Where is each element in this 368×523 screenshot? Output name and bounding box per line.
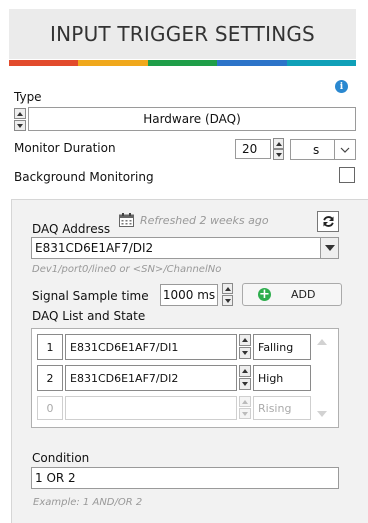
daq-row-1-spin-down[interactable] bbox=[239, 347, 251, 359]
type-label: Type bbox=[14, 90, 42, 104]
daq-row-2-spin-up[interactable] bbox=[239, 365, 251, 377]
daq-list-label: DAQ List and State bbox=[32, 309, 146, 323]
daq-row-3-state: Rising bbox=[253, 396, 311, 420]
refresh-button[interactable] bbox=[317, 211, 339, 232]
monitor-duration-value: 20 bbox=[242, 142, 258, 156]
daq-row-1-index[interactable]: 1 bbox=[37, 334, 63, 360]
monitor-spin-down[interactable] bbox=[273, 149, 284, 160]
condition-value: 1 OR 2 bbox=[35, 471, 76, 485]
type-value: Hardware (DAQ) bbox=[143, 112, 241, 126]
refreshed-text: Refreshed 2 weeks ago bbox=[140, 214, 269, 227]
strip-orange bbox=[78, 60, 148, 66]
daq-row-2-channel[interactable]: E831CD6E1AF7/DI2 bbox=[65, 365, 237, 391]
background-monitoring-checkbox[interactable] bbox=[339, 167, 355, 183]
calendar-icon bbox=[119, 212, 134, 227]
condition-label: Condition bbox=[32, 451, 90, 465]
strip-green bbox=[147, 60, 218, 66]
strip-teal bbox=[286, 60, 357, 66]
color-strip bbox=[9, 60, 357, 66]
sample-time-value: 1000 ms bbox=[162, 288, 216, 302]
daq-row-3-spin-down bbox=[239, 408, 251, 419]
scroll-down-icon bbox=[317, 411, 327, 417]
daq-address-combo[interactable]: E831CD6E1AF7/DI2 bbox=[31, 237, 339, 259]
list-scrollbar[interactable] bbox=[315, 334, 329, 422]
type-spin-up[interactable] bbox=[14, 108, 26, 119]
sample-time-input[interactable]: 1000 ms bbox=[160, 284, 218, 306]
monitor-unit-select[interactable]: s bbox=[290, 139, 356, 160]
add-button[interactable]: + ADD bbox=[242, 283, 342, 306]
strip-red bbox=[9, 60, 79, 66]
info-icon[interactable]: i bbox=[335, 80, 348, 93]
monitor-duration-input[interactable]: 20 bbox=[235, 139, 271, 159]
daq-row-1-channel[interactable]: E831CD6E1AF7/DI1 bbox=[65, 334, 237, 360]
add-button-label: ADD bbox=[291, 288, 316, 301]
daq-row-2-spin-down[interactable] bbox=[239, 378, 251, 390]
plus-icon: + bbox=[258, 287, 271, 302]
daq-address-label: DAQ Address bbox=[32, 222, 111, 236]
scroll-up-icon bbox=[317, 339, 327, 345]
daq-row-2-state[interactable]: High bbox=[253, 365, 311, 391]
refresh-icon bbox=[322, 216, 334, 227]
chevron-down-icon bbox=[334, 140, 355, 159]
condition-input[interactable]: 1 OR 2 bbox=[31, 467, 339, 489]
dropdown-arrow-icon bbox=[320, 238, 338, 258]
sample-spin-down[interactable] bbox=[222, 295, 233, 306]
daq-address-hint: Dev1/port0/line0 or <SN>/ChannelNo bbox=[32, 264, 222, 275]
daq-address-value: E831CD6E1AF7/DI2 bbox=[35, 241, 154, 255]
daq-row-3-index: 0 bbox=[37, 396, 63, 420]
daq-row-3-spin-up bbox=[239, 396, 251, 407]
type-spin-down[interactable] bbox=[14, 120, 26, 131]
condition-hint: Example: 1 AND/OR 2 bbox=[33, 497, 143, 508]
monitor-duration-label: Monitor Duration bbox=[14, 141, 116, 155]
daq-row-2-index[interactable]: 2 bbox=[37, 365, 63, 391]
page-title: INPUT TRIGGER SETTINGS bbox=[9, 9, 356, 59]
sample-time-label: Signal Sample time bbox=[32, 289, 149, 303]
monitor-unit-value: s bbox=[313, 142, 320, 157]
monitor-spin-up[interactable] bbox=[273, 138, 284, 149]
daq-row-1-spin-up[interactable] bbox=[239, 334, 251, 346]
sample-spin-up[interactable] bbox=[222, 283, 233, 294]
daq-row-1-state[interactable]: Falling bbox=[253, 334, 311, 360]
strip-blue bbox=[217, 60, 287, 66]
type-field[interactable]: Hardware (DAQ) bbox=[28, 107, 356, 131]
background-monitoring-label: Background Monitoring bbox=[14, 170, 154, 184]
daq-row-3-channel bbox=[65, 396, 237, 420]
